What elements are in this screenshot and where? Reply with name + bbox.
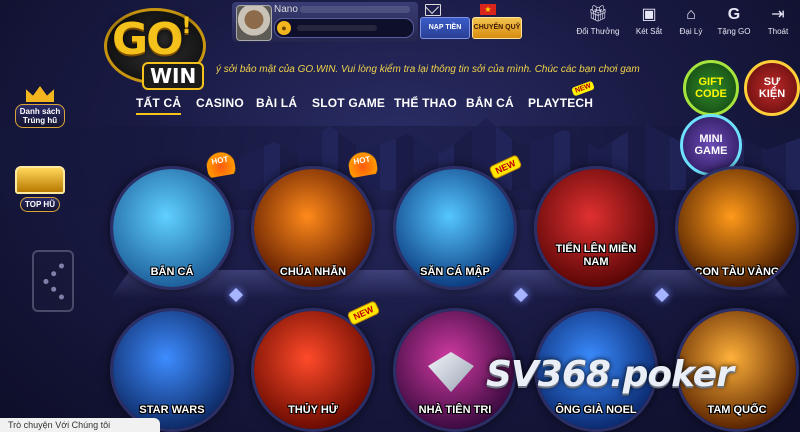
jackpot-list-line2: Trúng hũ <box>22 116 58 125</box>
game-thuy-hu[interactable]: THỦY HỬ <box>251 308 375 432</box>
store-icon: ⌂ <box>686 6 696 23</box>
tab-slot-game[interactable]: SLOT GAME <box>312 96 385 110</box>
game-title: STAR WARS <box>139 404 205 416</box>
gift-code-button[interactable]: GIFT CODE <box>683 60 739 116</box>
tab-the-thao[interactable]: THỂ THAO <box>394 96 457 110</box>
mail-icon[interactable] <box>425 4 441 16</box>
username: Nano <box>274 4 298 15</box>
gowin-logo[interactable]: GO! WIN <box>104 4 210 90</box>
diamond-icon <box>428 352 474 392</box>
game-star-wars[interactable]: STAR WARS <box>110 308 234 432</box>
game-title: THỦY HỬ <box>288 404 338 416</box>
gift-code-line1: GIFT <box>698 76 724 88</box>
go-gift-icon: G <box>727 6 741 23</box>
logout-icon: ⇥ <box>771 6 785 23</box>
jackpot-list-label: Danh sách Trúng hũ <box>14 104 66 128</box>
tab-casino[interactable]: CASINO <box>196 96 244 110</box>
game-title: ÔNG GIÀ NOEL <box>555 404 637 416</box>
logo-go-text: GO! <box>112 14 192 65</box>
deposit-button[interactable]: NẠP TIỀN <box>420 17 470 39</box>
toolbar-doi-thuong[interactable]: 🎁︎ Đổi Thưởng <box>576 6 620 36</box>
crown-icon <box>26 86 54 102</box>
avatar[interactable] <box>236 5 272 41</box>
game-ban-ca[interactable]: BẮN CÁ <box>110 166 234 290</box>
chat-bar[interactable]: Trò chuyện Với Chúng tôi <box>0 418 160 432</box>
hot-badge: HOT <box>345 143 379 179</box>
game-title: NHÀ TIÊN TRI <box>418 404 492 416</box>
toolbar-dai-ly[interactable]: ⌂ Đại Lý <box>676 6 706 36</box>
coin-icon: ● <box>277 21 291 35</box>
su-kien-line2: KIỆN <box>758 88 786 100</box>
mini-game-line2: GAME <box>694 145 728 157</box>
tab-bai-la[interactable]: BÀI LÁ <box>256 96 297 110</box>
treasure-chest-icon <box>15 166 65 194</box>
toolbar-ket-sat[interactable]: ▣ Két Sắt <box>632 6 666 36</box>
scroll-left-arrow[interactable] <box>32 250 74 312</box>
transfer-button[interactable]: CHUYỂN QUỸ <box>472 17 522 39</box>
toolbar-label: Đại Lý <box>679 27 703 36</box>
gift-code-line2: CODE <box>695 88 727 100</box>
hot-badge: HOT <box>203 143 237 179</box>
jackpot-list-button[interactable]: Danh sách Trúng hũ <box>4 86 76 128</box>
game-title: CHÚA NHẪN <box>279 266 347 278</box>
watermark-text: SV368.poker <box>486 354 734 395</box>
game-con-tau-vang[interactable]: CON TÀU VÀNG <box>675 166 799 290</box>
mini-game-line1: MINI <box>699 133 723 145</box>
game-tien-len-mien-nam[interactable]: TIẾN LÊN MIỀN NAM <box>534 166 658 290</box>
game-title: TIẾN LÊN MIỀN NAM <box>555 243 637 268</box>
game-san-ca-map[interactable]: SĂN CÁ MẬP <box>393 166 517 290</box>
game-chua-nhan[interactable]: CHÚA NHẪN <box>251 166 375 290</box>
game-title: CON TÀU VÀNG <box>694 266 780 278</box>
su-kien-button[interactable]: SỰ KIỆN <box>744 60 800 116</box>
toolbar-label: Thoát <box>767 27 789 36</box>
sv368-watermark: SV368.poker <box>420 350 800 400</box>
su-kien-line1: SỰ <box>763 76 781 88</box>
gift-icon: 🎁︎ <box>588 6 609 23</box>
vietnam-flag-icon[interactable]: ★ <box>480 4 496 15</box>
toolbar-label: Đổi Thưởng <box>576 27 620 36</box>
tab-playtech[interactable]: PLAYTECH <box>528 96 593 110</box>
balance-masked <box>297 25 377 31</box>
news-ticker: ý sởi bảo mật của GO.WIN. Vui lòng kiểm … <box>216 64 640 75</box>
toolbar-tang-go[interactable]: G Tặng GO <box>716 6 752 36</box>
toolbar-thoat[interactable]: ⇥ Thoát <box>764 6 792 36</box>
top-hu-button[interactable]: TOP HŨ <box>4 166 76 212</box>
toolbar-label: Tặng GO <box>717 27 751 36</box>
game-title: TAM QUỐC <box>707 404 767 416</box>
game-title: BẮN CÁ <box>150 266 194 278</box>
tab-tat-ca[interactable]: TẤT CẢ <box>136 96 182 115</box>
new-badge: NEW <box>346 300 381 326</box>
user-id-masked <box>300 6 410 13</box>
safe-icon: ▣ <box>641 6 657 23</box>
top-hu-label: TOP HŨ <box>20 197 60 212</box>
game-art <box>537 169 655 287</box>
jackpot-list-line1: Danh sách <box>19 107 61 116</box>
logo-win-text: WIN <box>142 62 205 90</box>
game-title: SĂN CÁ MẬP <box>420 266 490 278</box>
toolbar-label: Két Sắt <box>635 27 663 36</box>
tab-ban-ca[interactable]: BẮN CÁ <box>466 96 514 110</box>
balance-field: ● <box>274 18 414 38</box>
